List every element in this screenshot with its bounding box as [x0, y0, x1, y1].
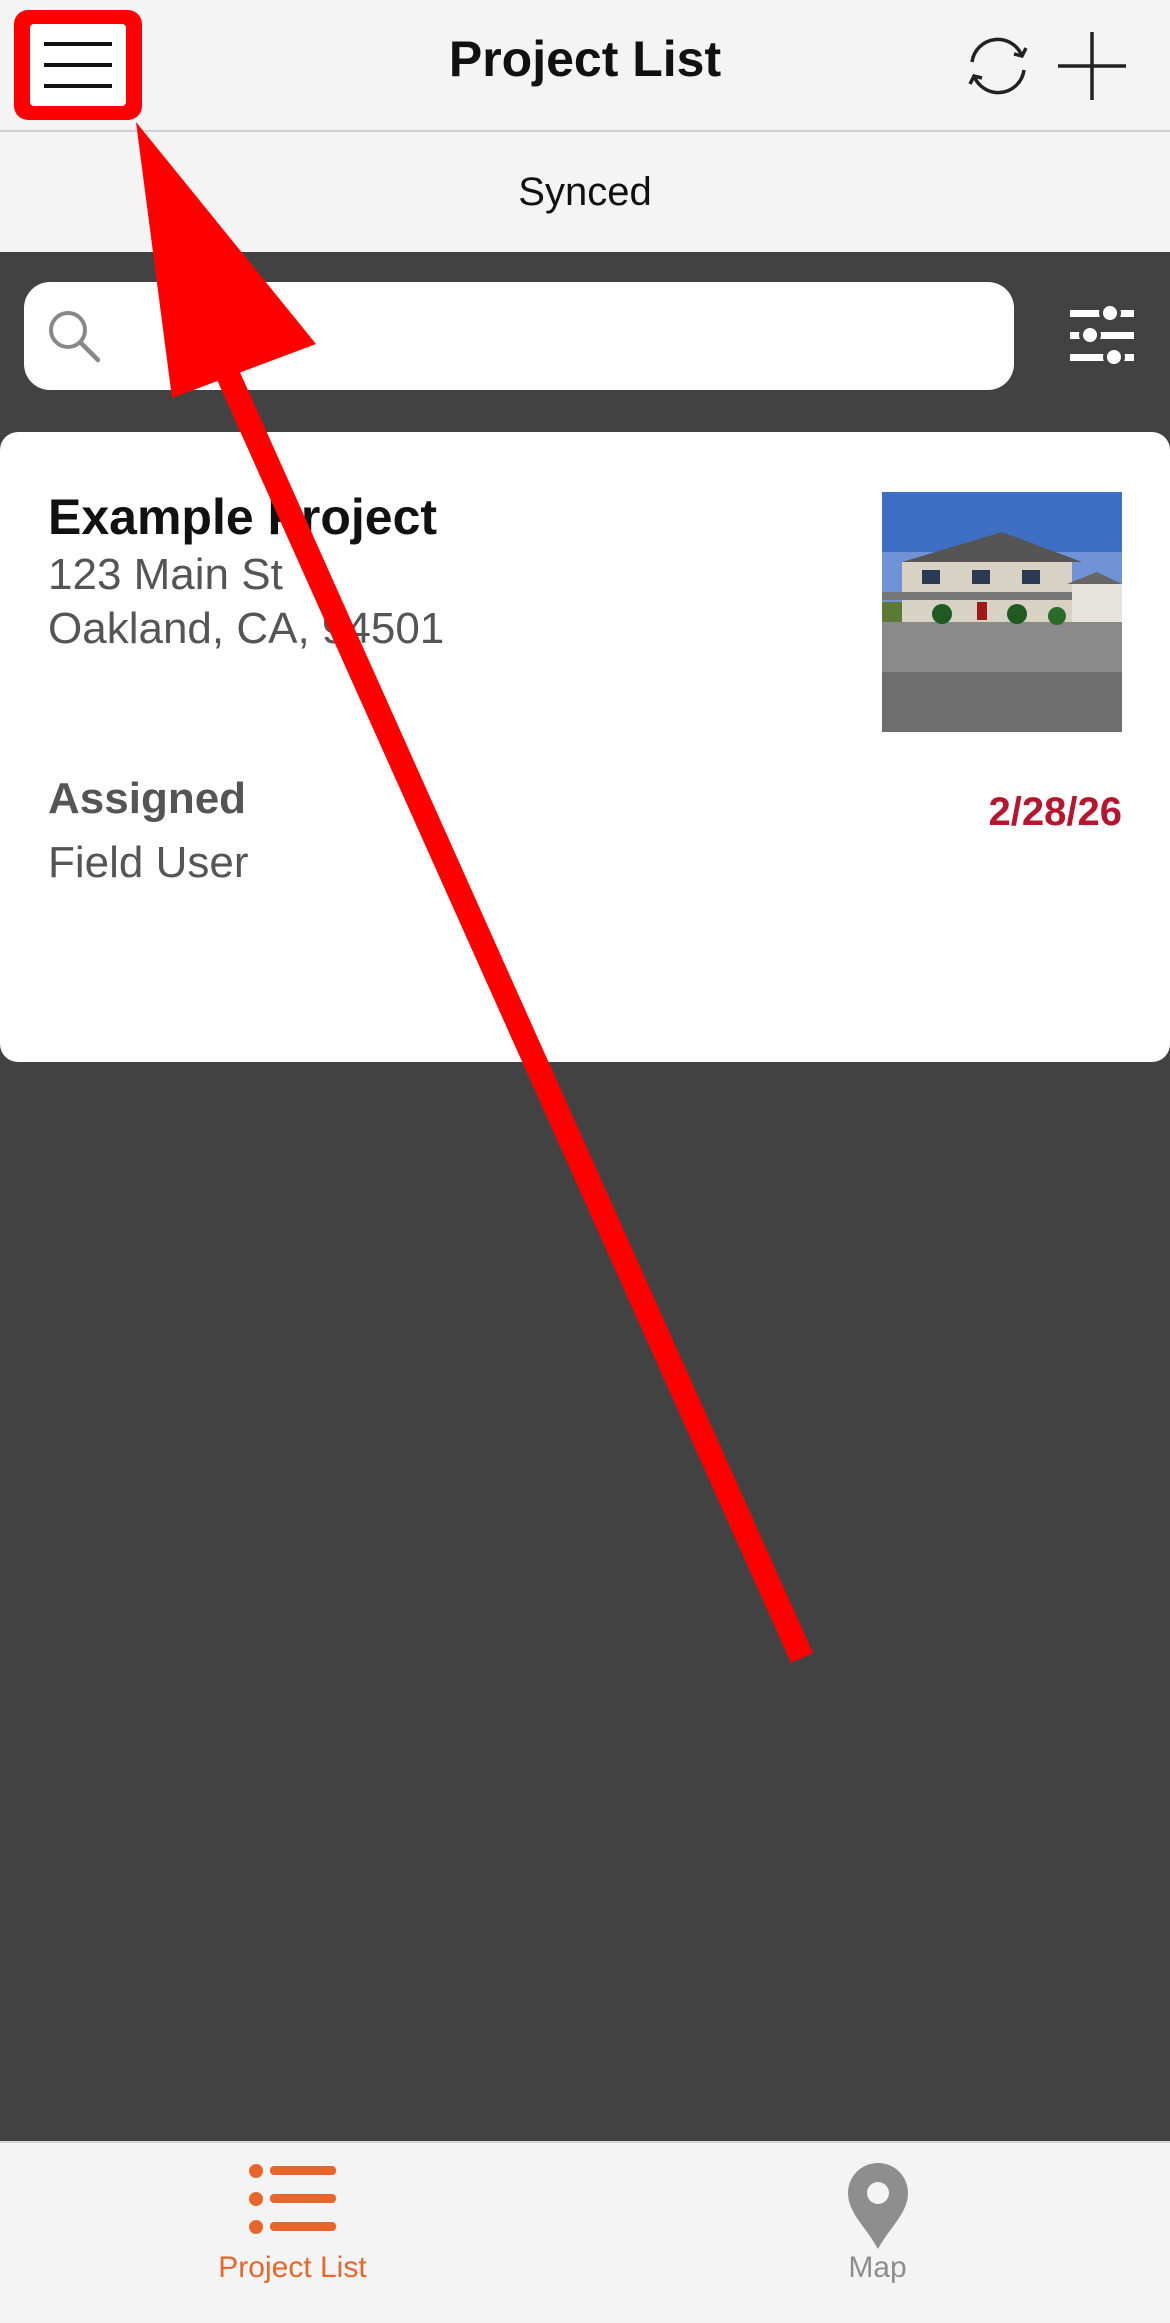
plus-icon: [1058, 32, 1126, 100]
map-pin-icon: [847, 2163, 908, 2249]
tab-bar: Project List Map: [0, 2141, 1170, 2323]
add-project-button[interactable]: [1052, 26, 1132, 106]
tab-project-list[interactable]: Project List: [0, 2143, 585, 2323]
tab-project-list-label: Project List: [218, 2251, 367, 2284]
search-icon: [49, 311, 101, 363]
sliders-icon: [1070, 302, 1134, 368]
project-address-line1: 123 Main St: [48, 550, 283, 599]
list-icon: [248, 2164, 336, 2234]
sync-status: Synced: [0, 132, 1170, 252]
navigation-bar: Project List: [0, 0, 1170, 132]
project-card[interactable]: Example Project 123 Main St Oakland, CA,…: [0, 432, 1170, 1062]
tab-map[interactable]: Map: [585, 2143, 1170, 2323]
search-input[interactable]: [24, 282, 1014, 390]
project-thumbnail: [882, 492, 1122, 732]
assigned-label: Assigned: [48, 774, 247, 823]
tab-map-label: Map: [848, 2251, 907, 2284]
project-address-line2: Oakland, CA, 94501: [48, 604, 445, 653]
project-name: Example Project: [48, 489, 438, 545]
sync-icon: [968, 37, 1028, 95]
assigned-user: Field User: [48, 838, 249, 887]
due-date: 2/28/26: [988, 790, 1122, 834]
filter-button[interactable]: [1068, 300, 1136, 372]
search-strip: [0, 252, 1170, 432]
sync-button[interactable]: [960, 28, 1036, 104]
